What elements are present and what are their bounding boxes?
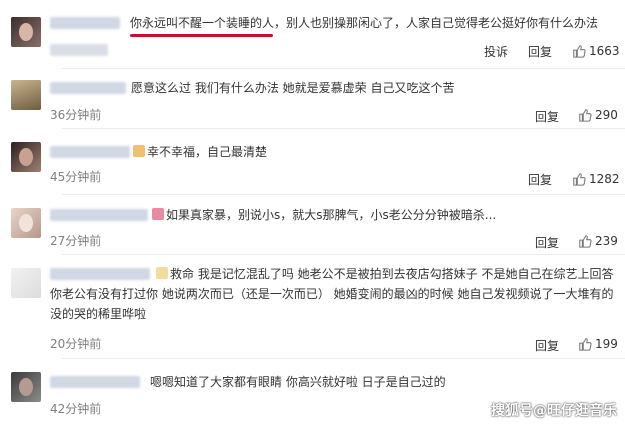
thumbs-up-icon[interactable] [578, 337, 592, 351]
avatar[interactable] [11, 268, 41, 298]
reply-button[interactable]: 回复 [535, 108, 559, 125]
highlight-underline [130, 34, 273, 37]
username-blurred[interactable] [50, 376, 140, 388]
like-count: 290 [595, 108, 618, 122]
comment-text: 你永远叫不醒一个装睡的人，别人也别操那闲心了，人家自己觉得老公挺好你有什么办法 [130, 16, 599, 30]
like-count: 1663 [589, 44, 620, 58]
comment-text: 如果真家暴，别说小s，就大s那脾气，小s老公分分钟被暗杀... [152, 205, 496, 225]
username-blurred[interactable] [50, 17, 120, 29]
comment-item: 救命 我是记忆混乱了吗 她老公不是被拍到去夜店勾搭妹子 不是她自己在综艺上回答你… [0, 254, 625, 358]
comment-item: 愿意这么过 我们有什么办法 她就是爱慕虚荣 自己又吃这个苦 36分钟前 回复 2… [0, 68, 625, 128]
emoji-icon [152, 208, 164, 220]
comment-item: 你永远叫不醒一个装睡的人，别人也别操那闲心了，人家自己觉得老公挺好你有什么办法 … [0, 0, 625, 68]
emoji-icon [133, 145, 145, 157]
comment-text: 嗯嗯知道了大家都有眼睛 你高兴就好啦 日子是自己过的 [150, 375, 446, 389]
reply-button[interactable]: 回复 [535, 234, 559, 251]
timestamp: 27分钟前 [50, 234, 102, 248]
reply-button[interactable]: 回复 [535, 337, 559, 354]
like-count: 239 [595, 234, 618, 248]
avatar[interactable] [11, 142, 41, 172]
timestamp: 45分钟前 [50, 170, 102, 184]
username-blurred [50, 44, 108, 56]
thumbs-up-icon[interactable] [578, 234, 592, 248]
thumbs-up-icon[interactable] [572, 172, 586, 186]
comment-text-body: 如果真家暴，别说小s，就大s那脾气，小s老公分分钟被暗杀... [166, 208, 497, 222]
comment-item: 如果真家暴，别说小s，就大s那脾气，小s老公分分钟被暗杀... 27分钟前 回复… [0, 194, 625, 254]
watermark: 搜狐号@旺仔逛音乐 [491, 403, 617, 419]
timestamp: 36分钟前 [50, 108, 102, 122]
reply-button[interactable]: 回复 [528, 171, 552, 188]
like-count: 199 [595, 337, 618, 351]
comment-text-body: 幸不幸福，自己最清楚 [147, 145, 268, 159]
comment-item: 幸不幸福，自己最清楚 45分钟前 回复 1282 [0, 128, 625, 194]
username-blurred[interactable] [50, 82, 126, 94]
comment-text: 愿意这么过 我们有什么办法 她就是爱慕虚荣 自己又吃这个苦 [131, 81, 455, 95]
comment-text: 救命 我是记忆混乱了吗 她老公不是被拍到去夜店勾搭妹子 不是她自己在综艺上回答你… [50, 264, 622, 324]
avatar[interactable] [11, 17, 41, 47]
avatar[interactable] [11, 372, 41, 402]
timestamp: 20分钟前 [50, 337, 102, 351]
avatar[interactable] [11, 80, 41, 110]
thumbs-up-icon[interactable] [578, 108, 592, 122]
username-blurred[interactable] [50, 209, 148, 221]
report-button[interactable]: 投诉 [484, 43, 508, 60]
username-blurred[interactable] [50, 146, 130, 158]
reply-button[interactable]: 回复 [528, 43, 552, 60]
emoji-icon [156, 267, 168, 279]
avatar[interactable] [11, 208, 41, 238]
like-count: 1282 [589, 172, 620, 186]
comment-text: 幸不幸福，自己最清楚 [133, 142, 267, 162]
comment-text-body: 救命 我是记忆混乱了吗 她老公不是被拍到去夜店勾搭妹子 不是她自己在综艺上回答你… [50, 267, 614, 321]
thumbs-up-icon[interactable] [572, 44, 586, 58]
timestamp: 42分钟前 [50, 402, 102, 416]
